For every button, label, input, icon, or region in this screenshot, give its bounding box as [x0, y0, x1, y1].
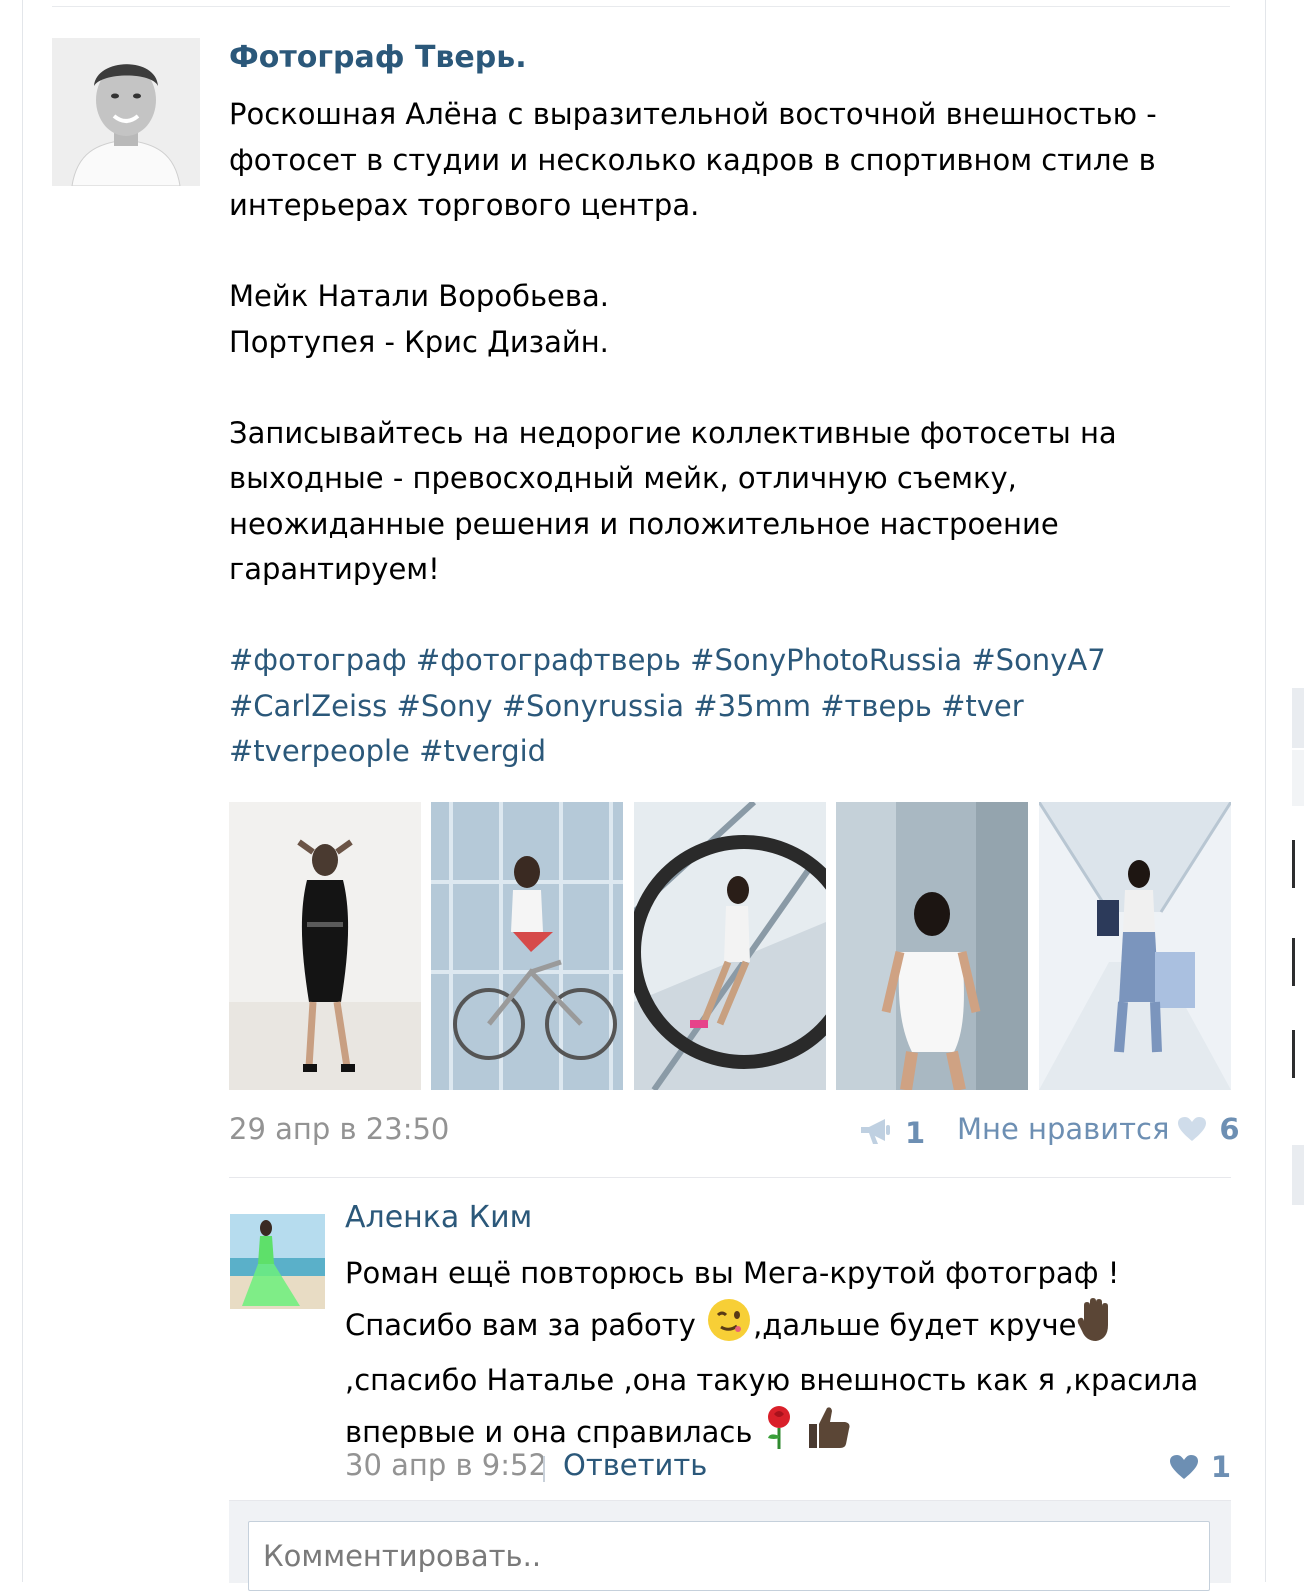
post-paragraph: Мейк Натали Воробьева.	[229, 279, 609, 313]
author-avatar[interactable]	[52, 38, 200, 186]
share-count: 1	[905, 1116, 926, 1150]
comment-line: Роман ещё повторюсь вы Мега-крутой фотог…	[345, 1256, 1120, 1290]
hashtag-link[interactable]: #фотографтверь	[416, 643, 681, 677]
divider	[229, 1177, 1231, 1178]
heart-icon	[1177, 1116, 1207, 1142]
photo-gallery	[229, 802, 1232, 1090]
hashtag-link[interactable]: #SonyA7	[971, 643, 1105, 677]
hashtag-link[interactable]: #35mm	[693, 689, 811, 723]
hashtag-link[interactable]: #фотограф	[229, 643, 407, 677]
like-button[interactable]: Мне нравится 6	[957, 1112, 1240, 1146]
comment-input[interactable]	[248, 1521, 1210, 1591]
comment-like-button[interactable]: 1	[1169, 1450, 1231, 1484]
comment-meta: 30 апр в 9:52 Ответить 1	[345, 1448, 1231, 1488]
hashtag-list: #фотограф #фотографтверь #SonyPhotoRussi…	[229, 638, 1239, 775]
like-count: 6	[1219, 1112, 1240, 1146]
wink-emoji-icon	[705, 1298, 753, 1356]
comment-form	[229, 1500, 1231, 1591]
separator	[543, 1456, 545, 1482]
post-meta: 29 апр в 23:50 1 Мне нравится 6	[229, 1112, 1240, 1152]
hashtag-link[interactable]: #tvergid	[419, 734, 546, 768]
comment-line: ,спасибо Наталье ,она такую внешность ка…	[345, 1363, 1199, 1397]
post-paragraph: Портупея - Крис Дизайн.	[229, 324, 609, 359]
right-sidebar-edge	[1266, 0, 1304, 1582]
post-paragraph: Записывайтесь на недорогие коллективные …	[229, 415, 1117, 587]
post-author-link[interactable]: Фотограф Тверь.	[229, 40, 527, 75]
post-date[interactable]: 29 апр в 23:50	[229, 1112, 449, 1146]
post-text: Роскошная Алёна с выразительной восточно…	[229, 92, 1239, 593]
raised-hand-emoji-icon	[1076, 1297, 1118, 1357]
post-paragraph: Роскошная Алёна с выразительной восточно…	[229, 97, 1157, 222]
comment-author-link[interactable]: Аленка Ким	[345, 1200, 532, 1235]
heart-icon	[1169, 1454, 1199, 1480]
photo-thumbnail-4[interactable]	[836, 802, 1029, 1090]
share-megaphone-icon	[859, 1116, 893, 1150]
comment-like-count: 1	[1210, 1450, 1231, 1484]
hashtag-link[interactable]: #Sonyrussia	[502, 689, 684, 723]
post-paragraph-gap	[229, 365, 1239, 411]
photo-thumbnail-2[interactable]	[431, 802, 624, 1090]
photo-thumbnail-1[interactable]	[229, 802, 421, 1090]
comment-text: Роман ещё повторюсь вы Мега-крутой фотог…	[345, 1250, 1245, 1464]
reply-link[interactable]: Ответить	[563, 1448, 707, 1482]
photo-thumbnail-5[interactable]	[1038, 802, 1232, 1090]
post-paragraph-gap	[229, 229, 1239, 275]
comment-fragment: ,дальше будет круче	[753, 1308, 1077, 1342]
hashtag-link[interactable]: #tver	[941, 689, 1024, 723]
hashtag-link[interactable]: #SonyPhotoRussia	[690, 643, 962, 677]
divider	[52, 6, 1230, 7]
share-button[interactable]: 1	[859, 1116, 925, 1150]
like-label: Мне нравится	[957, 1112, 1170, 1146]
comment-date[interactable]: 30 апр в 9:52	[345, 1448, 547, 1482]
comment-line: Спасибо вам за работу ,дальше будет круч…	[345, 1297, 1245, 1357]
hashtag-link[interactable]: #тверь	[820, 689, 932, 723]
hashtag-link[interactable]: #CarlZeiss	[229, 689, 387, 723]
hashtag-link[interactable]: #tverpeople	[229, 734, 410, 768]
photo-thumbnail-3[interactable]	[633, 802, 827, 1090]
hashtag-link[interactable]: #Sony	[397, 689, 493, 723]
comment-author-avatar[interactable]	[230, 1214, 325, 1309]
comment-fragment: Спасибо вам за работу	[345, 1308, 706, 1342]
comment-fragment: впервые и она справилась	[345, 1415, 762, 1449]
